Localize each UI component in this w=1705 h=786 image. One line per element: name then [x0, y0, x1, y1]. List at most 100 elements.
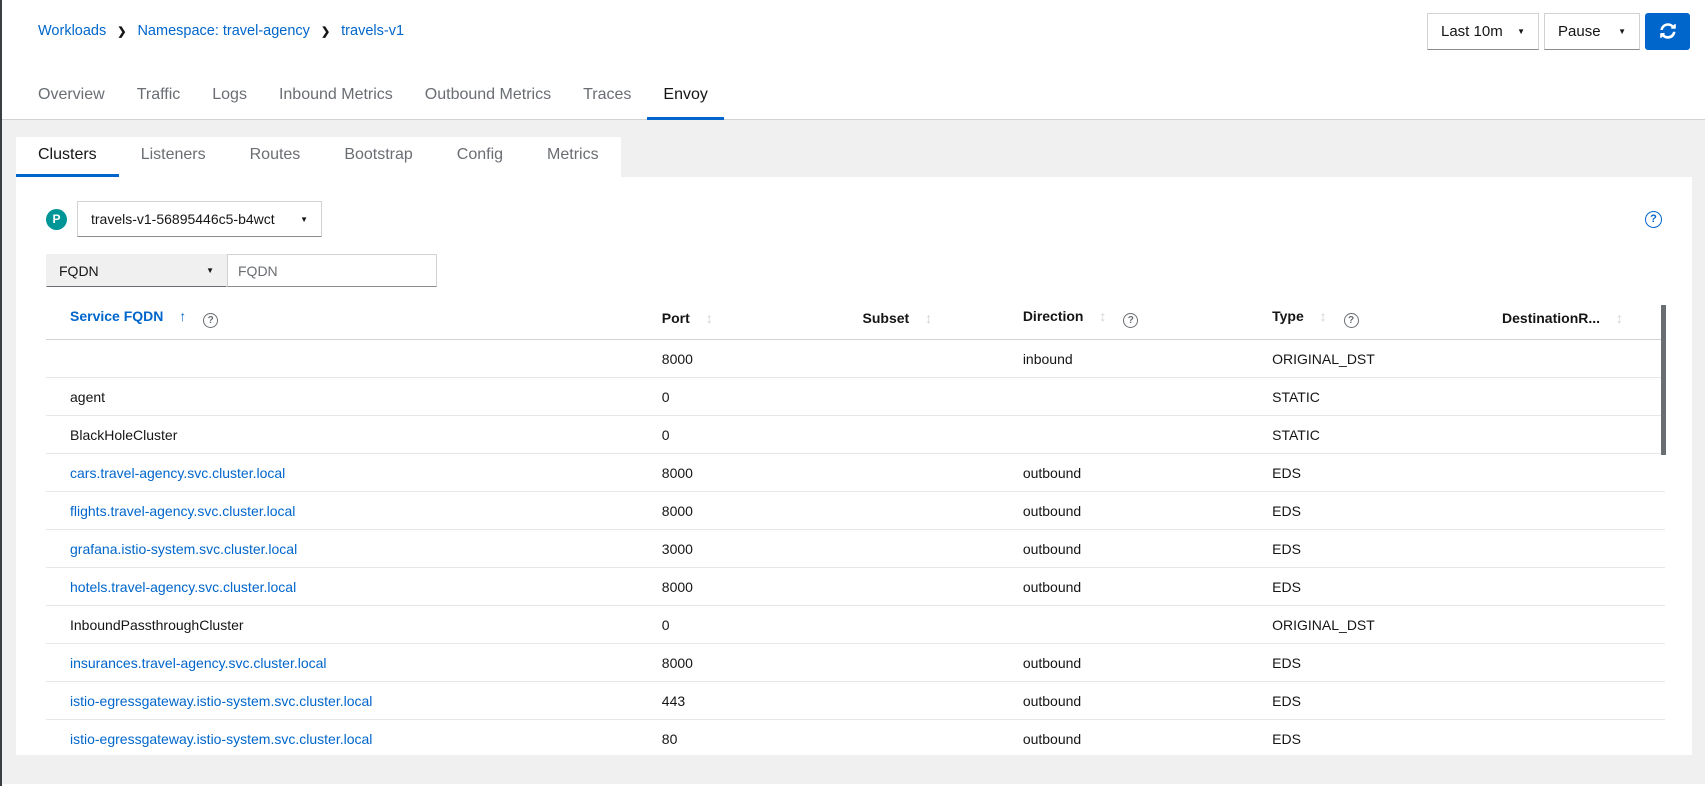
- refresh-interval-dropdown[interactable]: Pause ▼: [1544, 12, 1640, 50]
- cell-destination-rule: [1482, 567, 1665, 606]
- service-fqdn-link[interactable]: grafana.istio-system.svc.cluster.local: [70, 541, 297, 557]
- caret-down-icon: ▼: [206, 266, 214, 275]
- cell-subset: [842, 681, 1003, 720]
- sort-icon[interactable]: ↕: [925, 310, 932, 326]
- table-row: istio-egressgateway.istio-system.svc.clu…: [46, 681, 1665, 720]
- help-icon[interactable]: ?: [1645, 210, 1662, 228]
- sort-asc-icon[interactable]: ↑: [179, 308, 186, 324]
- col-destination-rule[interactable]: DestinationR... ↕: [1482, 300, 1665, 340]
- cell-subset: [842, 719, 1003, 755]
- page-body: Clusters Listeners Routes Bootstrap Conf…: [2, 120, 1705, 784]
- breadcrumb-workload-name[interactable]: travels-v1: [341, 23, 404, 39]
- cell-type: ORIGINAL_DST: [1252, 339, 1483, 378]
- cell-service-fqdn: agent: [46, 377, 642, 416]
- filter-type-dropdown[interactable]: FQDN ▼: [46, 254, 227, 287]
- subtab-routes[interactable]: Routes: [228, 137, 323, 177]
- cell-type: STATIC: [1252, 415, 1483, 454]
- col-service-fqdn[interactable]: Service FQDN ↑ ?: [46, 300, 642, 340]
- col-direction[interactable]: Direction ↕ ?: [1002, 300, 1253, 340]
- refresh-button[interactable]: [1645, 12, 1690, 50]
- tab-overview[interactable]: Overview: [22, 74, 121, 120]
- cell-destination-rule: [1482, 377, 1665, 416]
- clusters-table: Service FQDN ↑ ? Port ↕ Subset ↕ Directi…: [46, 300, 1665, 755]
- help-icon[interactable]: ?: [1123, 313, 1139, 328]
- help-icon[interactable]: ?: [203, 313, 219, 328]
- envoy-sub-tabs: Clusters Listeners Routes Bootstrap Conf…: [16, 137, 621, 177]
- tab-envoy[interactable]: Envoy: [647, 74, 724, 120]
- cell-subset: [842, 529, 1003, 568]
- breadcrumb: Workloads ❯ Namespace: travel-agency ❯ t…: [38, 23, 404, 39]
- service-fqdn-link[interactable]: istio-egressgateway.istio-system.svc.clu…: [70, 693, 372, 709]
- table-row: cars.travel-agency.svc.cluster.local 800…: [46, 453, 1665, 492]
- col-type[interactable]: Type ↕ ?: [1252, 300, 1483, 340]
- subtab-metrics[interactable]: Metrics: [525, 137, 621, 177]
- cell-direction: outbound: [1002, 567, 1253, 606]
- cell-destination-rule: [1482, 529, 1665, 568]
- cell-port: 0: [641, 377, 843, 416]
- tab-logs[interactable]: Logs: [196, 74, 263, 120]
- service-fqdn-link[interactable]: hotels.travel-agency.svc.cluster.local: [70, 579, 296, 595]
- cell-port: 0: [641, 415, 843, 454]
- top-bar: Workloads ❯ Namespace: travel-agency ❯ t…: [2, 0, 1705, 58]
- chevron-right-icon: ❯: [320, 25, 331, 38]
- cell-direction: outbound: [1002, 529, 1253, 568]
- duration-dropdown[interactable]: Last 10m ▼: [1427, 12, 1539, 50]
- cell-direction: inbound: [1002, 339, 1253, 378]
- cell-port: 8000: [641, 339, 843, 378]
- sort-icon[interactable]: ↕: [1320, 308, 1327, 324]
- cell-service-fqdn: BlackHoleCluster: [46, 415, 642, 454]
- help-icon[interactable]: ?: [1343, 313, 1359, 328]
- fqdn-filter-input[interactable]: [227, 254, 437, 287]
- table-row: hotels.travel-agency.svc.cluster.local 8…: [46, 567, 1665, 606]
- clusters-table-wrap: Service FQDN ↑ ? Port ↕ Subset ↕ Directi…: [46, 300, 1666, 755]
- caret-down-icon: ▼: [1517, 26, 1525, 36]
- cell-subset: [842, 377, 1003, 416]
- duration-value: Last 10m: [1441, 22, 1503, 40]
- cell-port: 3000: [641, 529, 843, 568]
- cell-destination-rule: [1482, 719, 1665, 755]
- sort-icon[interactable]: ↕: [706, 310, 713, 326]
- cell-direction: [1002, 415, 1253, 454]
- cell-port: 0: [641, 605, 843, 644]
- table-row: grafana.istio-system.svc.cluster.local 3…: [46, 529, 1665, 568]
- subtab-bootstrap[interactable]: Bootstrap: [322, 137, 434, 177]
- pod-dropdown[interactable]: travels-v1-56895446c5-b4wct ▼: [77, 201, 322, 237]
- cell-port: 80: [641, 719, 843, 755]
- cell-port: 8000: [641, 491, 843, 530]
- breadcrumb-namespace[interactable]: Namespace: travel-agency: [137, 23, 309, 39]
- col-subset[interactable]: Subset ↕: [842, 300, 1003, 340]
- breadcrumb-workloads[interactable]: Workloads: [38, 23, 106, 39]
- cell-type: ORIGINAL_DST: [1252, 605, 1483, 644]
- workload-detail-tabs: Overview Traffic Logs Inbound Metrics Ou…: [2, 58, 1705, 120]
- tab-inbound-metrics[interactable]: Inbound Metrics: [263, 74, 409, 120]
- service-fqdn-link[interactable]: istio-egressgateway.istio-system.svc.clu…: [70, 731, 372, 747]
- subtab-clusters[interactable]: Clusters: [16, 137, 119, 177]
- sort-icon[interactable]: ↕: [1616, 310, 1623, 326]
- col-port[interactable]: Port ↕: [641, 300, 843, 340]
- cell-subset: [842, 643, 1003, 682]
- cell-type: EDS: [1252, 491, 1483, 530]
- filter-type-value: FQDN: [59, 262, 99, 279]
- cell-service-fqdn: [46, 339, 642, 378]
- service-fqdn-link[interactable]: flights.travel-agency.svc.cluster.local: [70, 503, 295, 519]
- cell-destination-rule: [1482, 605, 1665, 644]
- pod-dropdown-value: travels-v1-56895446c5-b4wct: [91, 211, 275, 227]
- tab-outbound-metrics[interactable]: Outbound Metrics: [409, 74, 567, 120]
- service-fqdn-link[interactable]: insurances.travel-agency.svc.cluster.loc…: [70, 655, 327, 671]
- col-label: Direction: [1022, 308, 1084, 324]
- service-fqdn-link[interactable]: cars.travel-agency.svc.cluster.local: [70, 465, 285, 481]
- cell-port: 8000: [641, 453, 843, 492]
- scrollbar-thumb[interactable]: [1661, 305, 1666, 455]
- cell-destination-rule: [1482, 681, 1665, 720]
- cell-direction: outbound: [1002, 491, 1253, 530]
- sort-icon[interactable]: ↕: [1099, 308, 1106, 324]
- cell-direction: [1002, 377, 1253, 416]
- caret-down-icon: ▼: [300, 214, 308, 224]
- time-controls: Last 10m ▼ Pause ▼: [1427, 12, 1690, 50]
- cell-type: EDS: [1252, 453, 1483, 492]
- tab-traffic[interactable]: Traffic: [121, 74, 197, 120]
- subtab-config[interactable]: Config: [435, 137, 525, 177]
- subtab-listeners[interactable]: Listeners: [119, 137, 228, 177]
- tab-traces[interactable]: Traces: [567, 74, 647, 120]
- table-row: istio-egressgateway.istio-system.svc.clu…: [46, 719, 1665, 755]
